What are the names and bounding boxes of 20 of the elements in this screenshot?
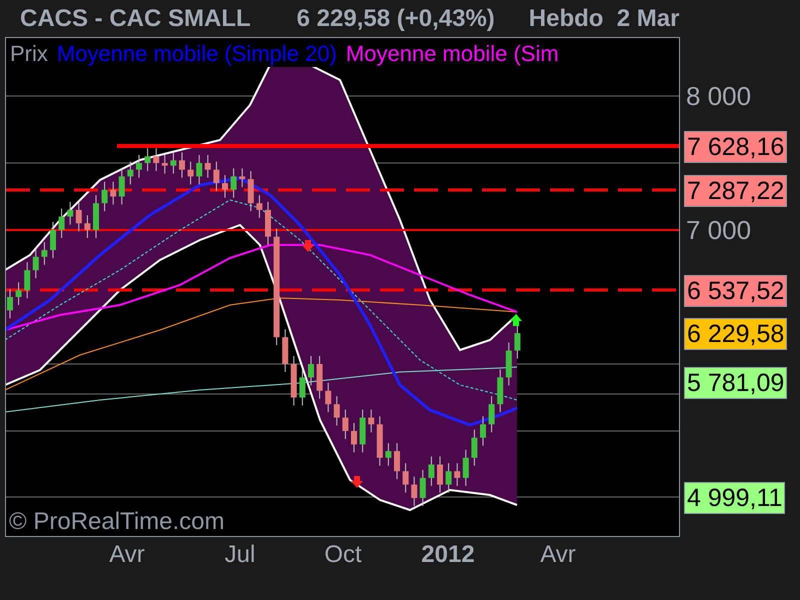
time-axis-label: Avr [109,541,145,569]
period-date: Hebdo 2 Mar [528,4,680,32]
price-level-tag: 4 999,11 [684,482,786,514]
time-axis-label: Jul [224,541,256,569]
time-axis-label: Avr [540,541,576,569]
time-axis-label: 2012 [421,541,475,569]
symbol-title: CACS - CAC SMALL [20,4,251,32]
price-tick-label: 7 000 [686,215,752,245]
price-level-tag: 7 628,16 [684,131,788,163]
price-level-tag: 6 229,58 [684,318,788,350]
price-level-tag: 7 287,22 [684,175,788,207]
price-level-tag: 6 537,52 [684,275,788,307]
time-axis-label: Oct [324,541,362,569]
down-arrow-icon [351,476,363,488]
copyright-text: © ProRealTime.com [9,508,225,536]
quote-value: 6 229,58 (+0,43%) [296,4,495,32]
up-arrow-icon [510,314,522,326]
price-tick-label: 8 000 [686,81,752,111]
down-arrow-icon [302,240,314,252]
price-level-tag: 5 781,09 [684,367,788,399]
